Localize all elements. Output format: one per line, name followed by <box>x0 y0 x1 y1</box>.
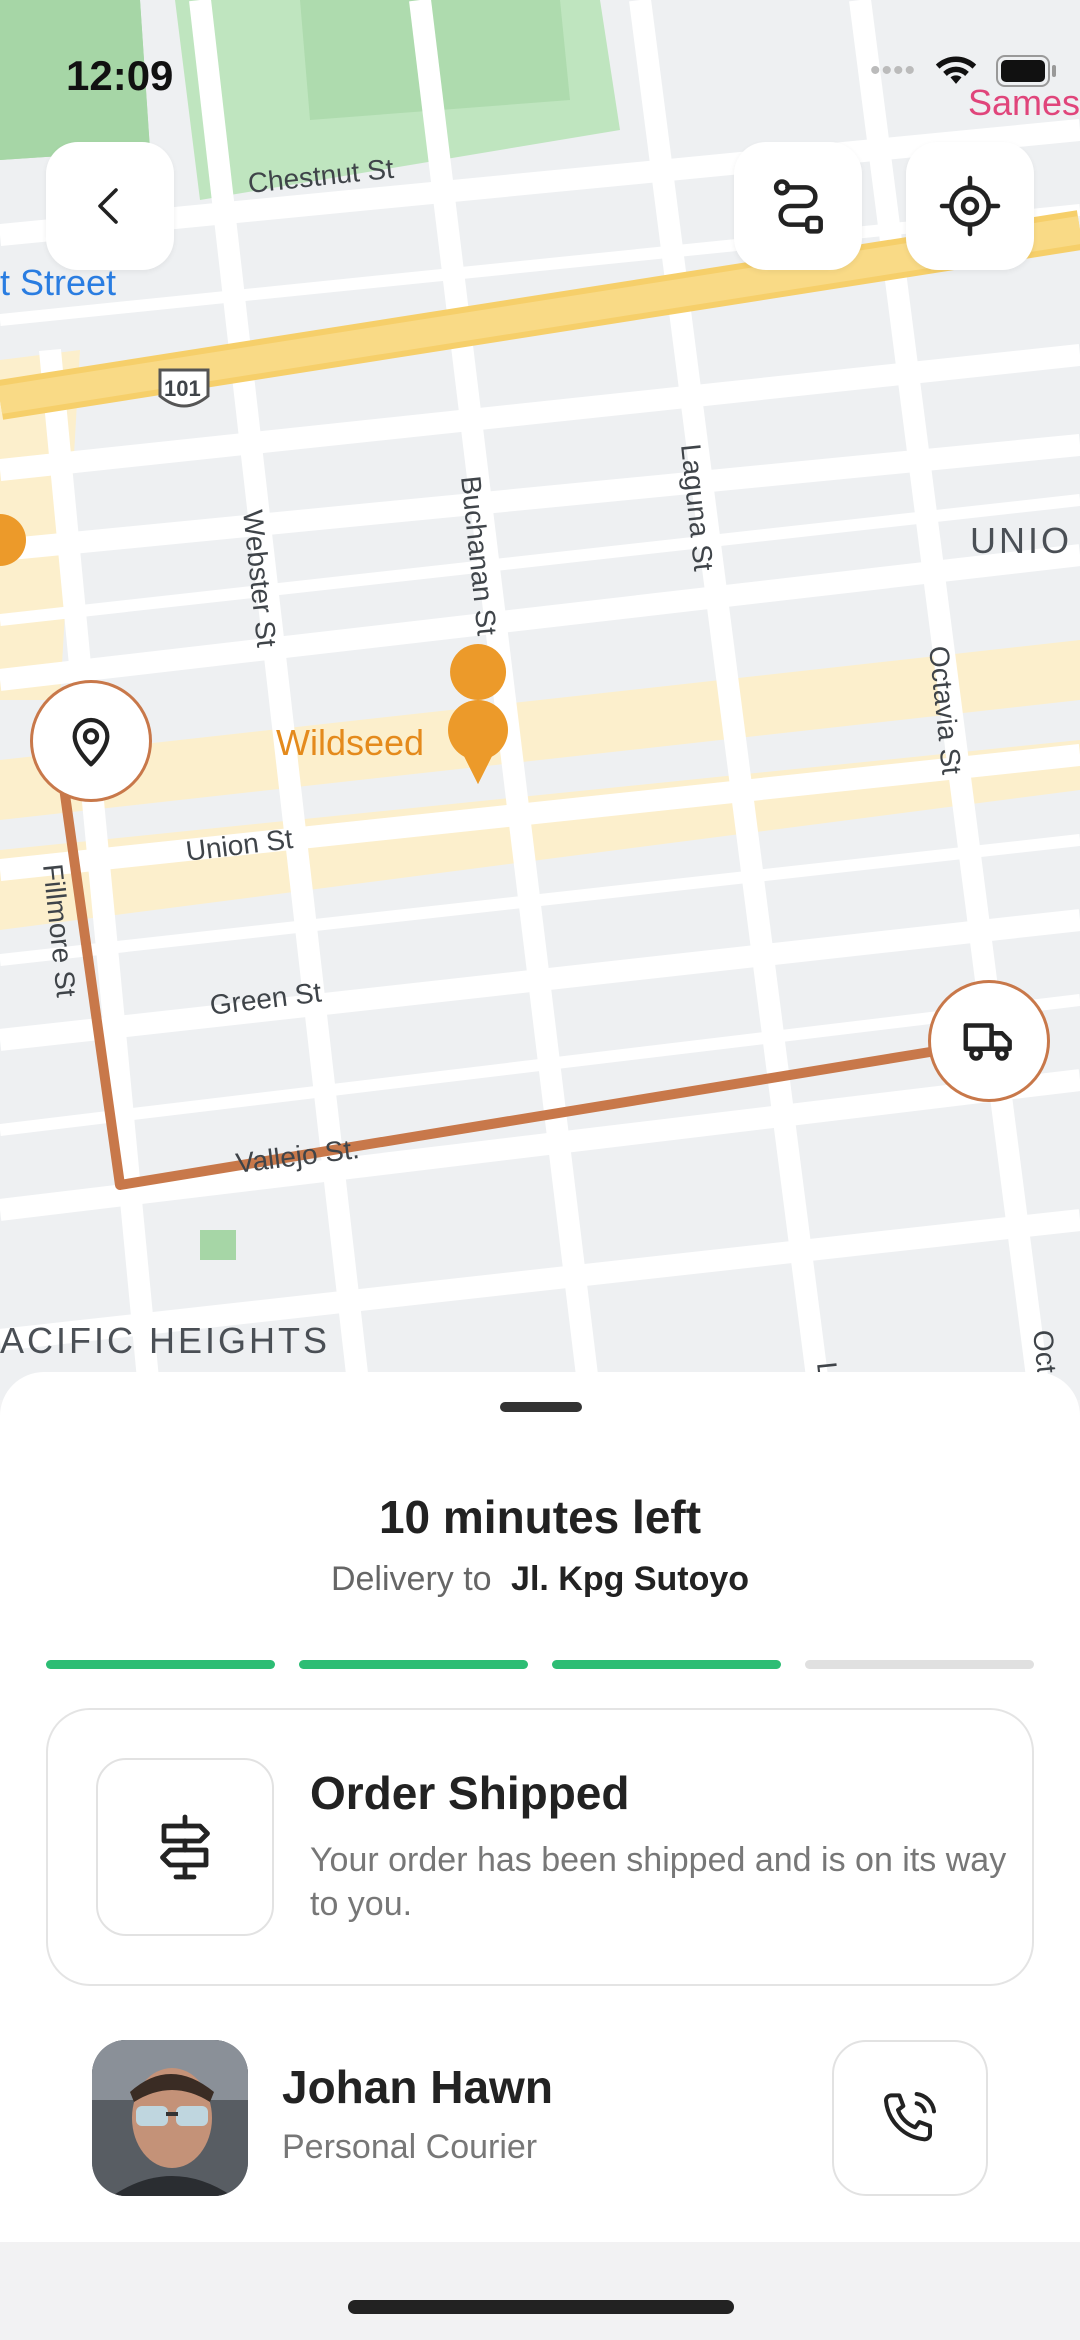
eta-title: 10 minutes left <box>378 1491 702 1543</box>
route-icon <box>773 179 823 234</box>
phone-call-icon <box>884 2092 936 2142</box>
call-courier-button[interactable] <box>832 2040 988 2196</box>
status-title: Order Shipped <box>310 1767 630 1819</box>
courier-avatar[interactable] <box>92 2040 248 2196</box>
chevron-left-icon <box>98 188 118 224</box>
progress-step-1 <box>46 1660 275 1669</box>
back-button[interactable] <box>46 142 174 270</box>
crosshair-icon <box>939 175 1001 237</box>
courier-marker[interactable] <box>928 980 1050 1102</box>
home-indicator[interactable] <box>348 2300 734 2314</box>
destination-marker[interactable] <box>30 680 152 802</box>
route-button[interactable] <box>734 142 862 270</box>
delivery-prefix: Delivery to <box>330 1560 492 1598</box>
courier-name: Johan Hawn <box>282 2061 553 2113</box>
area-label-pacific-heights: ACIFIC HEIGHTS <box>0 1320 331 1361</box>
progress-step-2 <box>299 1660 528 1669</box>
poi-label-wildseed[interactable]: Wildseed <box>276 722 424 764</box>
location-pin-icon <box>72 717 110 767</box>
order-tracking-sheet[interactable]: 10 minutes left Delivery to Jl. Kpg Suto… <box>0 1372 1080 2242</box>
locate-button[interactable] <box>906 142 1034 270</box>
courier-role: Personal Courier <box>282 2128 538 2166</box>
order-status-card: Order Shipped Your order has been shippe… <box>46 1708 1034 1986</box>
status-time: 12:09 <box>66 52 174 99</box>
area-label-union: UNIO <box>970 520 1072 561</box>
status-icon-box <box>96 1758 274 1936</box>
status-bar: 12:09 •••• Sames <box>0 0 1080 140</box>
progress-step-4 <box>805 1660 1034 1669</box>
sheet-grabber[interactable] <box>500 1402 582 1412</box>
carrier-text: Sames <box>967 82 1080 123</box>
courier-photo <box>92 2040 248 2196</box>
progress-step-3 <box>552 1660 781 1669</box>
courier-row: Johan Hawn Personal Courier <box>92 2040 992 2196</box>
delivery-progress <box>46 1660 1034 1669</box>
signpost-icon <box>160 1814 210 1880</box>
truck-icon <box>963 1023 1012 1061</box>
highway-shield-label: 101 <box>164 376 201 401</box>
signal-dots-icon: •••• <box>869 54 916 87</box>
status-icons: •••• Sames <box>869 54 1080 123</box>
delivery-address: Jl. Kpg Sutoyo <box>511 1560 750 1598</box>
delivery-destination: Delivery to Jl. Kpg Sutoyo <box>0 1560 1080 1599</box>
status-description: Your order has been shipped and is on it… <box>310 1841 1007 1923</box>
